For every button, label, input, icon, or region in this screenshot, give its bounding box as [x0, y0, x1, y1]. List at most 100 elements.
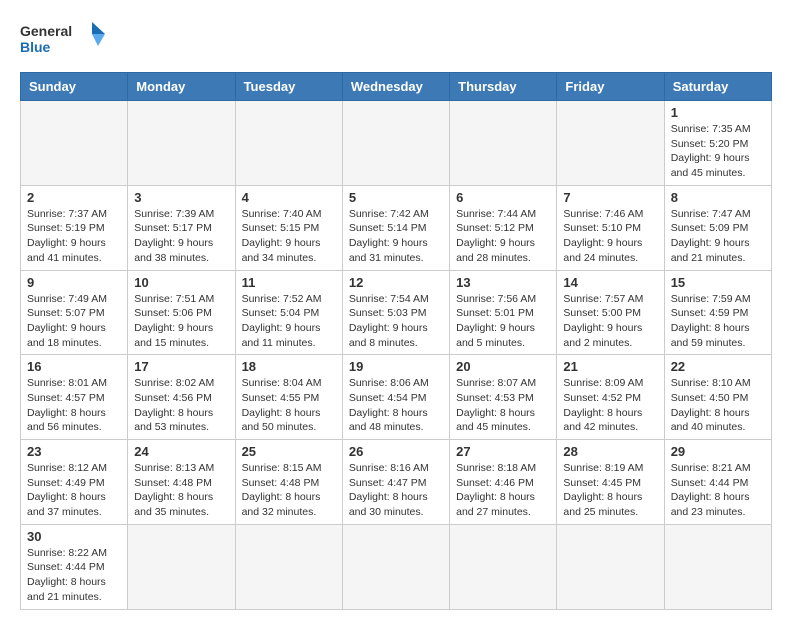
calendar-cell: 24 Sunrise: 8:13 AM Sunset: 4:48 PM Dayli… [128, 440, 235, 525]
calendar-cell: 20 Sunrise: 8:07 AM Sunset: 4:53 PM Dayli… [450, 355, 557, 440]
day-info: Sunrise: 7:42 AM Sunset: 5:14 PM Dayligh… [349, 207, 443, 266]
calendar-cell: 14Sunrise: 7:57 AM Sunset: 5:00 PM Dayli… [557, 270, 664, 355]
day-info: Sunrise: 8:19 AM Sunset: 4:45 PM Dayligh… [563, 461, 657, 520]
logo-svg: General Blue [20, 20, 110, 62]
day-info: Sunrise: 8:06 AM Sunset: 4:54 PM Dayligh… [349, 376, 443, 435]
svg-text:Blue: Blue [20, 39, 51, 55]
day-number: 9 [27, 275, 121, 290]
calendar-cell: 29Sunrise: 8:21 AM Sunset: 4:44 PM Dayli… [664, 440, 771, 525]
day-number: 15 [671, 275, 765, 290]
week-row-3: 9 Sunrise: 7:49 AM Sunset: 5:07 PM Daylig… [21, 270, 772, 355]
calendar-cell: 3Sunrise: 7:39 AM Sunset: 5:17 PM Daylig… [128, 185, 235, 270]
calendar-cell [128, 524, 235, 609]
day-number: 20 [456, 359, 550, 374]
day-number: 28 [563, 444, 657, 459]
day-info: Sunrise: 8:04 AM Sunset: 4:55 PM Dayligh… [242, 376, 336, 435]
calendar-cell: 4Sunrise: 7:40 AM Sunset: 5:15 PM Daylig… [235, 185, 342, 270]
week-row-6: 30Sunrise: 8:22 AM Sunset: 4:44 PM Dayli… [21, 524, 772, 609]
day-info: Sunrise: 7:47 AM Sunset: 5:09 PM Dayligh… [671, 207, 765, 266]
day-number: 25 [242, 444, 336, 459]
calendar-cell: 8 Sunrise: 7:47 AM Sunset: 5:09 PM Daylig… [664, 185, 771, 270]
calendar-cell [342, 524, 449, 609]
day-number: 6 [456, 190, 550, 205]
calendar-cell: 12 Sunrise: 7:54 AM Sunset: 5:03 PM Dayli… [342, 270, 449, 355]
day-info: Sunrise: 8:07 AM Sunset: 4:53 PM Dayligh… [456, 376, 550, 435]
day-number: 11 [242, 275, 336, 290]
page-header: General Blue [20, 20, 772, 62]
calendar-cell [235, 524, 342, 609]
day-info: Sunrise: 7:37 AM Sunset: 5:19 PM Dayligh… [27, 207, 121, 266]
day-number: 19 [349, 359, 443, 374]
day-info: Sunrise: 8:13 AM Sunset: 4:48 PM Dayligh… [134, 461, 228, 520]
calendar-cell: 17 Sunrise: 8:02 AM Sunset: 4:56 PM Dayli… [128, 355, 235, 440]
calendar-cell: 10 Sunrise: 7:51 AM Sunset: 5:06 PM Dayli… [128, 270, 235, 355]
calendar-cell [557, 524, 664, 609]
day-info: Sunrise: 7:56 AM Sunset: 5:01 PM Dayligh… [456, 292, 550, 351]
day-info: Sunrise: 7:59 AM Sunset: 4:59 PM Dayligh… [671, 292, 765, 351]
calendar-table: SundayMondayTuesdayWednesdayThursdayFrid… [20, 72, 772, 610]
day-number: 1 [671, 105, 765, 120]
calendar-cell: 21 Sunrise: 8:09 AM Sunset: 4:52 PM Dayli… [557, 355, 664, 440]
weekday-header-wednesday: Wednesday [342, 73, 449, 101]
day-info: Sunrise: 7:57 AM Sunset: 5:00 PM Dayligh… [563, 292, 657, 351]
svg-text:General: General [20, 23, 72, 39]
day-number: 10 [134, 275, 228, 290]
day-number: 2 [27, 190, 121, 205]
day-info: Sunrise: 8:18 AM Sunset: 4:46 PM Dayligh… [456, 461, 550, 520]
day-info: Sunrise: 8:02 AM Sunset: 4:56 PM Dayligh… [134, 376, 228, 435]
calendar-cell: 19 Sunrise: 8:06 AM Sunset: 4:54 PM Dayli… [342, 355, 449, 440]
day-info: Sunrise: 8:16 AM Sunset: 4:47 PM Dayligh… [349, 461, 443, 520]
day-number: 8 [671, 190, 765, 205]
day-number: 27 [456, 444, 550, 459]
calendar-cell [557, 101, 664, 186]
day-number: 16 [27, 359, 121, 374]
calendar-cell: 2 Sunrise: 7:37 AM Sunset: 5:19 PM Daylig… [21, 185, 128, 270]
week-row-2: 2 Sunrise: 7:37 AM Sunset: 5:19 PM Daylig… [21, 185, 772, 270]
calendar-cell: 15 Sunrise: 7:59 AM Sunset: 4:59 PM Dayli… [664, 270, 771, 355]
weekday-header-monday: Monday [128, 73, 235, 101]
day-info: Sunrise: 7:40 AM Sunset: 5:15 PM Dayligh… [242, 207, 336, 266]
day-info: Sunrise: 7:54 AM Sunset: 5:03 PM Dayligh… [349, 292, 443, 351]
week-row-5: 23Sunrise: 8:12 AM Sunset: 4:49 PM Dayli… [21, 440, 772, 525]
calendar-cell: 6 Sunrise: 7:44 AM Sunset: 5:12 PM Daylig… [450, 185, 557, 270]
day-info: Sunrise: 8:15 AM Sunset: 4:48 PM Dayligh… [242, 461, 336, 520]
day-number: 7 [563, 190, 657, 205]
day-info: Sunrise: 7:44 AM Sunset: 5:12 PM Dayligh… [456, 207, 550, 266]
calendar-cell: 13Sunrise: 7:56 AM Sunset: 5:01 PM Dayli… [450, 270, 557, 355]
weekday-header-saturday: Saturday [664, 73, 771, 101]
calendar-cell [342, 101, 449, 186]
day-info: Sunrise: 7:49 AM Sunset: 5:07 PM Dayligh… [27, 292, 121, 351]
day-info: Sunrise: 8:22 AM Sunset: 4:44 PM Dayligh… [27, 546, 121, 605]
day-info: Sunrise: 8:21 AM Sunset: 4:44 PM Dayligh… [671, 461, 765, 520]
calendar-cell: 11 Sunrise: 7:52 AM Sunset: 5:04 PM Dayli… [235, 270, 342, 355]
logo: General Blue [20, 20, 110, 62]
calendar-cell [664, 524, 771, 609]
day-number: 24 [134, 444, 228, 459]
week-row-1: 1Sunrise: 7:35 AM Sunset: 5:20 PM Daylig… [21, 101, 772, 186]
day-info: Sunrise: 7:51 AM Sunset: 5:06 PM Dayligh… [134, 292, 228, 351]
calendar-cell: 7Sunrise: 7:46 AM Sunset: 5:10 PM Daylig… [557, 185, 664, 270]
calendar-cell [235, 101, 342, 186]
weekday-header-friday: Friday [557, 73, 664, 101]
day-info: Sunrise: 7:39 AM Sunset: 5:17 PM Dayligh… [134, 207, 228, 266]
calendar-cell [450, 101, 557, 186]
calendar-cell: 26Sunrise: 8:16 AM Sunset: 4:47 PM Dayli… [342, 440, 449, 525]
calendar-cell [128, 101, 235, 186]
calendar-cell: 28 Sunrise: 8:19 AM Sunset: 4:45 PM Dayli… [557, 440, 664, 525]
calendar-cell: 27 Sunrise: 8:18 AM Sunset: 4:46 PM Dayli… [450, 440, 557, 525]
day-info: Sunrise: 8:09 AM Sunset: 4:52 PM Dayligh… [563, 376, 657, 435]
day-info: Sunrise: 8:12 AM Sunset: 4:49 PM Dayligh… [27, 461, 121, 520]
weekday-header-row: SundayMondayTuesdayWednesdayThursdayFrid… [21, 73, 772, 101]
calendar-cell: 1Sunrise: 7:35 AM Sunset: 5:20 PM Daylig… [664, 101, 771, 186]
day-number: 21 [563, 359, 657, 374]
week-row-4: 16Sunrise: 8:01 AM Sunset: 4:57 PM Dayli… [21, 355, 772, 440]
day-number: 17 [134, 359, 228, 374]
weekday-header-thursday: Thursday [450, 73, 557, 101]
day-info: Sunrise: 7:52 AM Sunset: 5:04 PM Dayligh… [242, 292, 336, 351]
calendar-cell: 25 Sunrise: 8:15 AM Sunset: 4:48 PM Dayli… [235, 440, 342, 525]
calendar-cell [21, 101, 128, 186]
calendar-cell: 5Sunrise: 7:42 AM Sunset: 5:14 PM Daylig… [342, 185, 449, 270]
day-number: 12 [349, 275, 443, 290]
calendar-cell: 16Sunrise: 8:01 AM Sunset: 4:57 PM Dayli… [21, 355, 128, 440]
calendar-cell: 22Sunrise: 8:10 AM Sunset: 4:50 PM Dayli… [664, 355, 771, 440]
